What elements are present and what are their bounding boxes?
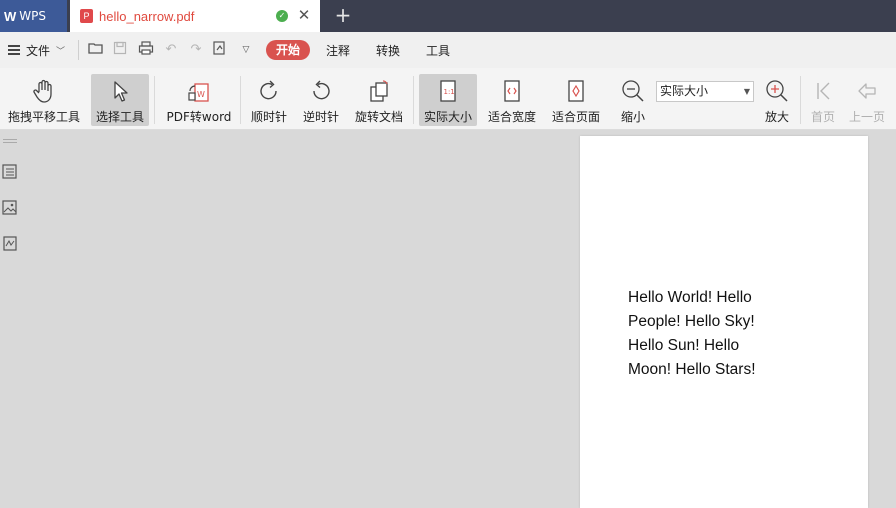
customize-dropdown-icon[interactable]: ▽ — [237, 41, 255, 59]
actual-size-button[interactable]: 1:1 实际大小 — [419, 74, 477, 126]
divider — [78, 40, 79, 60]
menu-bar: 文件 ﹀ ↶ ↷ ▽ 开始 注释 转换 工具 — [0, 32, 896, 68]
rotate-document-button[interactable]: 旋转文档 — [351, 74, 407, 126]
page-text-block: Hello World! Hello People! Hello Sky! He… — [628, 286, 828, 382]
wps-home-tab[interactable]: W WPS — [0, 0, 67, 32]
cursor-arrow-icon — [114, 81, 128, 102]
rotate-clockwise-label: 顺时针 — [250, 110, 287, 124]
fit-width-label: 适合宽度 — [487, 110, 536, 124]
pdf-to-word-label: PDF转word — [166, 110, 232, 124]
rotate-counterclockwise-button[interactable]: 逆时针 — [298, 74, 344, 126]
document-page[interactable]: Hello World! Hello People! Hello Sky! He… — [580, 136, 868, 508]
pdf-to-word-icon: W — [188, 83, 209, 102]
tab-annotate[interactable]: 注释 — [326, 32, 350, 68]
zoom-in-button[interactable]: 放大 — [761, 74, 793, 126]
fit-page-icon — [568, 80, 584, 102]
first-page-icon — [817, 82, 830, 100]
text-line: Hello Sun! Hello — [628, 337, 740, 354]
fit-page-button[interactable]: 适合页面 — [547, 74, 605, 126]
outline-list-icon[interactable] — [1, 163, 19, 181]
text-line: Hello World! Hello — [628, 289, 752, 306]
divider — [413, 76, 414, 124]
chevron-down-icon: ﹀ — [56, 46, 66, 57]
zoom-out-icon — [622, 80, 644, 102]
select-tool-label: 选择工具 — [95, 110, 144, 124]
text-line: Moon! Hello Stars! — [628, 361, 756, 378]
open-folder-icon[interactable] — [87, 41, 105, 59]
pdf-to-word-button[interactable]: W PDF转word — [163, 74, 235, 126]
zoom-out-label: 缩小 — [620, 110, 645, 124]
save-icon[interactable] — [111, 41, 129, 59]
file-menu-label: 文件 — [26, 43, 51, 58]
zoom-out-button[interactable]: 缩小 — [617, 74, 649, 126]
redo-icon[interactable]: ↷ — [187, 41, 205, 59]
signature-icon[interactable] — [1, 235, 19, 253]
divider — [240, 76, 241, 124]
fit-page-label: 适合页面 — [551, 110, 600, 124]
zoom-in-label: 放大 — [764, 110, 789, 124]
wps-logo-icon: W — [4, 8, 17, 24]
ribbon-toolbar: 拖拽平移工具 选择工具 W PDF转word 顺时针 逆时针 旋转文档 1:1 … — [0, 68, 896, 130]
fit-width-button[interactable]: 适合宽度 — [484, 74, 540, 126]
rotate-counterclockwise-label: 逆时针 — [302, 110, 339, 124]
rotate-document-icon — [370, 80, 388, 102]
print-icon[interactable] — [137, 41, 155, 59]
document-tab[interactable]: P hello_narrow.pdf ✓ ✕ — [70, 0, 320, 32]
rotate-counterclockwise-icon — [313, 80, 330, 100]
file-menu[interactable]: 文件 ﹀ — [8, 32, 65, 68]
saved-check-icon: ✓ — [276, 10, 288, 22]
chevron-down-icon: ▼ — [743, 87, 750, 96]
divider — [154, 76, 155, 124]
document-tab-title: hello_narrow.pdf — [99, 8, 195, 24]
zoom-in-icon — [766, 80, 788, 102]
divider — [800, 76, 801, 124]
previous-page-arrow-icon — [858, 83, 876, 99]
wps-tab-label: WPS — [19, 9, 46, 23]
new-tab-button[interactable]: + — [332, 4, 354, 26]
previous-page-label: 上一页 — [848, 110, 885, 124]
first-page-button[interactable]: 首页 — [806, 74, 840, 126]
pan-tool-label: 拖拽平移工具 — [7, 110, 80, 124]
tab-start[interactable]: 开始 — [266, 40, 310, 60]
zoom-level-select[interactable]: 实际大小 ▼ — [656, 81, 754, 102]
fit-width-icon — [504, 80, 520, 102]
svg-text:1:1: 1:1 — [444, 88, 455, 96]
select-tool-button[interactable]: 选择工具 — [91, 74, 149, 126]
tab-convert[interactable]: 转换 — [376, 32, 400, 68]
actual-size-icon: 1:1 — [440, 80, 456, 102]
actual-size-label: 实际大小 — [423, 110, 472, 124]
hand-icon — [33, 79, 52, 103]
text-line: People! Hello Sky! — [628, 313, 755, 330]
pan-tool-button[interactable]: 拖拽平移工具 — [4, 74, 84, 126]
tab-tools[interactable]: 工具 — [426, 32, 450, 68]
undo-icon[interactable]: ↶ — [162, 41, 180, 59]
export-icon[interactable] — [211, 41, 229, 59]
previous-page-button[interactable]: 上一页 — [846, 74, 888, 126]
title-bar: W WPS P hello_narrow.pdf ✓ ✕ + — [0, 0, 896, 32]
menu-icon — [8, 45, 20, 55]
thumbnail-image-icon[interactable] — [1, 199, 19, 217]
close-tab-icon[interactable]: ✕ — [296, 7, 312, 23]
pdf-file-icon: P — [80, 9, 93, 23]
rotate-clockwise-icon — [260, 80, 277, 100]
svg-text:W: W — [197, 90, 205, 99]
sidebar-drag-handle[interactable] — [3, 139, 17, 143]
first-page-label: 首页 — [810, 110, 835, 124]
zoom-level-value: 实际大小 — [660, 84, 709, 98]
left-sidebar — [0, 131, 22, 508]
rotate-clockwise-button[interactable]: 顺时针 — [246, 74, 292, 126]
rotate-document-label: 旋转文档 — [354, 110, 403, 124]
